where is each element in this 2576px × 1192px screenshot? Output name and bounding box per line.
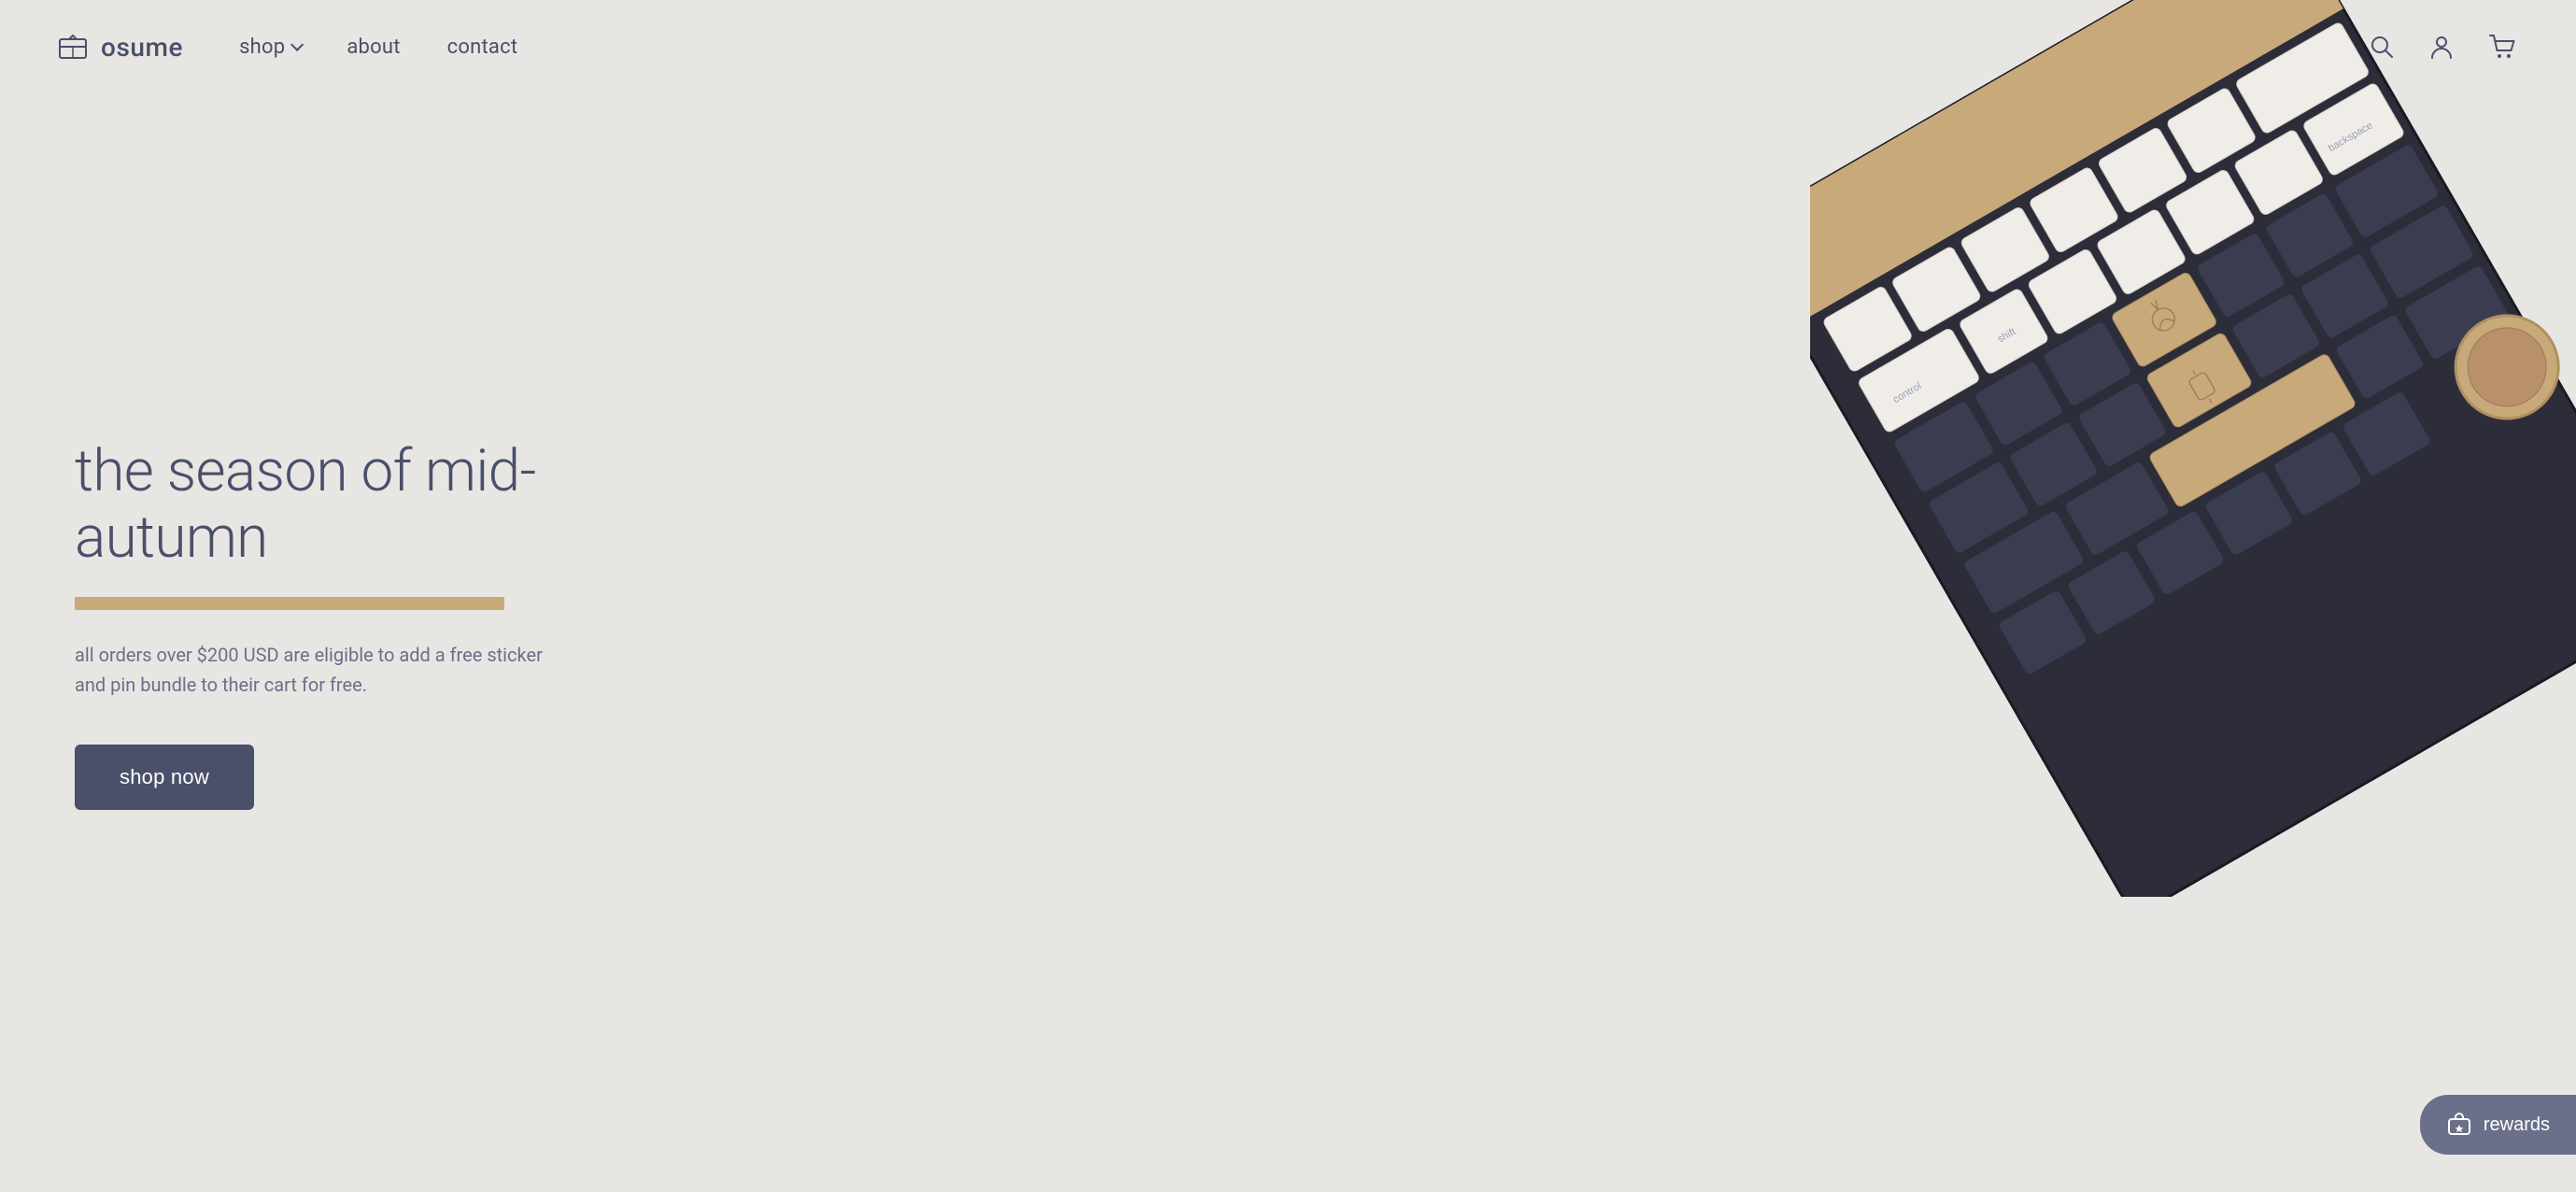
shop-chevron-icon [290, 38, 304, 51]
nav-shop-link[interactable]: shop [239, 35, 300, 59]
account-button[interactable] [2425, 30, 2458, 64]
rewards-label: rewards [2484, 1114, 2550, 1136]
cart-button[interactable] [2484, 30, 2520, 64]
hero-divider [75, 597, 504, 610]
hero-section: the season of mid-autumn all orders over… [0, 0, 2576, 1192]
rewards-button[interactable]: rewards [2420, 1095, 2576, 1155]
keyboard-svg: control shift backspace [1810, 0, 2576, 897]
hero-content: the season of mid-autumn all orders over… [0, 382, 654, 811]
nav-contact-link[interactable]: contact [447, 35, 518, 59]
hero-title: the season of mid-autumn [75, 438, 654, 572]
keyboard-image: control shift backspace [1810, 0, 2576, 1192]
logo-icon [56, 30, 90, 64]
account-icon [2428, 34, 2455, 60]
nav-about-link[interactable]: about [347, 35, 400, 59]
search-button[interactable] [2365, 30, 2399, 64]
search-icon [2369, 34, 2395, 60]
rewards-icon [2446, 1112, 2472, 1138]
cart-icon [2488, 34, 2516, 60]
navigation: osume shop about contact [0, 0, 2576, 93]
hero-description: all orders over $200 USD are eligible to… [75, 640, 560, 700]
logo-link[interactable]: osume [56, 30, 183, 64]
nav-links: shop about contact [239, 35, 2365, 59]
brand-name: osume [101, 32, 183, 63]
shop-now-button[interactable]: shop now [75, 745, 254, 810]
nav-icons [2365, 30, 2520, 64]
